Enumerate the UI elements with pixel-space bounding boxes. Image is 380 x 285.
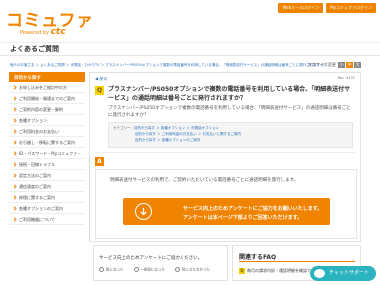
font-size-switcher: 文字サイズ変更 小中大	[308, 62, 362, 68]
survey-options: 役に立った 一部役に立った 役に立たなかった	[99, 267, 210, 273]
sidebar-item-speed[interactable]: 通信速度のご案内	[9, 181, 85, 192]
logo-sub-prefix: Powered by	[20, 30, 49, 36]
sidebar-item-options[interactable]: 各種オプション	[9, 115, 85, 126]
page-title: よくあるご質問	[10, 45, 59, 53]
font-size-label: 文字サイズ変更	[308, 62, 336, 67]
font-size-small-button[interactable]: 小	[338, 62, 346, 68]
survey-option-partly-helpful[interactable]: 一部役に立った	[133, 267, 166, 273]
category-label: カテゴリー：	[113, 126, 134, 130]
survey-box: サービス向上のためアンケートにご協力ください。 役に立った 一部役に立った 役に…	[93, 245, 228, 281]
back-link[interactable]: ◀ 戻る	[95, 76, 107, 82]
question-title: プラスナンバー/PS050オプションで複数の電話番号を利用している場合、「明細表…	[108, 86, 351, 102]
top-links: Webメールログイン Myコミュファログイン	[278, 3, 376, 13]
question-badge: Q	[95, 86, 104, 95]
sidebar-item-repair[interactable]: 修理に関するご案内	[9, 192, 85, 203]
sidebar-item-contract-change[interactable]: ご契約内容の変更・解約	[9, 104, 85, 115]
arrow-down-circle-icon	[135, 203, 152, 220]
category-link[interactable]: 目的から探す ＞ ご利用料金のお支払い ＞ お支払いに関するご案内	[135, 132, 241, 136]
survey-option-label: 役に立った	[106, 267, 124, 272]
answer-badge: A	[95, 157, 104, 166]
sidebar-item-payment[interactable]: ご利用料金のお支払い	[9, 126, 85, 137]
faq-panel: ◀ 戻る No：4137 Q プラスナンバー/PS050オプションで複数の電話番…	[89, 72, 361, 242]
category-link[interactable]: 目的から探す ＞ 各種オプション ＞ 光電話オプション	[134, 126, 219, 130]
faq-number: No：4137	[337, 76, 355, 80]
category-link[interactable]: 目的から探す ＞ 各種オプションのご案内	[135, 138, 200, 142]
sidebar-item-settings[interactable]: 設定方法のご案内	[9, 170, 85, 181]
sidebar-item-option-guide[interactable]: 各種オプションのご案内	[9, 203, 85, 214]
question-body: プラスナンバー/PS050オプションで複数の電話番号を利用している場合、「明細表…	[108, 106, 351, 118]
divider	[95, 152, 355, 153]
related-faq-title: 関連するFAQ	[239, 254, 277, 261]
category-box: カテゴリー：目的から探す ＞ 各種オプション ＞ 光電話オプション 目的から探す…	[108, 122, 353, 148]
logo-tagline: Powered by ctc	[20, 27, 66, 37]
answer-box: 明細表送付サービスの利用で、ご契約いただいている電話番号ごとに通話明細を発行しま…	[95, 169, 357, 239]
webmail-login-button[interactable]: Webメールログイン	[278, 3, 324, 13]
cta-line-2: アンケートは本ページ下部よりご回答いただけます。	[183, 215, 303, 221]
back-label: 戻る	[99, 76, 108, 81]
sidebar-item-moving[interactable]: お引越し・移転に関するご案内	[9, 137, 85, 148]
survey-anchor-button[interactable]: サービス向上のためアンケートにご協力をお願いいたします。 アンケートは本ページ下…	[123, 198, 330, 225]
question-badge: Q	[239, 268, 245, 274]
chat-support-label: チャットサポート	[329, 270, 369, 276]
font-size-medium-button[interactable]: 中	[346, 62, 354, 68]
font-size-large-button[interactable]: 大	[354, 62, 362, 68]
chat-bot-icon	[314, 269, 325, 278]
answer-text: 明細表送付サービスの利用で、ご契約いただいている電話番号ごとに通話明細を発行しま…	[110, 178, 299, 183]
my-commufa-login-button[interactable]: Myコミュファログイン	[326, 3, 376, 13]
sidebar-heading: 目的から探す	[9, 72, 85, 82]
radio-icon	[99, 267, 104, 272]
sidebar-item-devices[interactable]: ご利用機器について	[9, 214, 85, 225]
radio-icon	[175, 267, 180, 272]
sidebar-item-start-guide[interactable]: ご利用開始・開通までのご案内	[9, 93, 85, 104]
cta-line-1: サービス向上のためアンケートにご協力をお願いいたします。	[183, 206, 323, 212]
sidebar-item-considering[interactable]: お申し込みをご検討中の方	[9, 82, 85, 93]
breadcrumb[interactable]: 個人のお客さま ＞ よくあるご質問 ＞ 光電話・ひかりTV ＞ プラスナンバー/…	[10, 63, 327, 68]
survey-option-label: 一部役に立った	[140, 267, 166, 272]
divider	[239, 261, 355, 262]
chat-support-button[interactable]: チャットサポート	[310, 266, 376, 281]
survey-question: サービス向上のためアンケートにご協力ください。	[99, 256, 203, 261]
survey-option-helpful[interactable]: 役に立った	[99, 267, 124, 273]
site-header: コミュファ Powered by ctc Webメールログイン Myコミュファロ…	[0, 0, 380, 42]
survey-option-label: 役に立たなかった	[182, 267, 210, 272]
sidebar: 目的から探す お申し込みをご検討中の方 ご利用開始・開通までのご案内 ご契約内容…	[9, 72, 85, 225]
sidebar-item-connection-trouble[interactable]: 接続・回線トラブル	[9, 159, 85, 170]
radio-icon	[133, 267, 139, 272]
survey-option-not-helpful[interactable]: 役に立たなかった	[175, 267, 210, 273]
sidebar-item-id-password[interactable]: ID・パスワード・Myコミュファ・	[9, 148, 85, 159]
logo-sub-brand: ctc	[50, 27, 66, 37]
